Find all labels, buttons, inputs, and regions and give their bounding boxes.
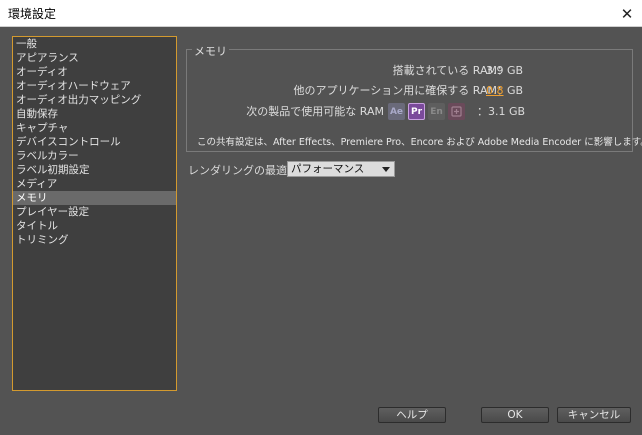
- sidebar-item-label-defaults[interactable]: ラベル初期設定: [13, 163, 176, 177]
- sidebar-item-trim[interactable]: トリミング: [13, 233, 176, 247]
- installed-ram-value: 3.9 GB: [486, 64, 524, 77]
- sidebar-item-titler[interactable]: タイトル: [13, 219, 176, 233]
- close-icon[interactable]: ✕: [612, 0, 642, 27]
- help-button[interactable]: ヘルプ: [378, 407, 446, 423]
- media-encoder-glyph: [451, 106, 462, 117]
- available-ram-label: 次の製品で使用可能な RAM: [246, 105, 384, 118]
- memory-group-title: メモリ: [192, 43, 229, 59]
- window-title: 環境設定: [8, 6, 57, 21]
- available-ram-value: ：3.1 GB: [477, 105, 526, 118]
- sidebar-item-general[interactable]: 一般: [13, 37, 176, 51]
- premiere-pro-icon: Pr: [408, 103, 425, 120]
- shared-settings-note: この共有設定は、After Effects、Premiere Pro、Encor…: [197, 137, 642, 148]
- sidebar-item-memory[interactable]: メモリ: [13, 191, 176, 205]
- title-bar: 環境設定 ✕: [0, 0, 642, 27]
- sidebar-item-appearance[interactable]: アピアランス: [13, 51, 176, 65]
- render-optimization-select[interactable]: パフォーマンス: [287, 161, 395, 177]
- sidebar-item-label-colors[interactable]: ラベルカラー: [13, 149, 176, 163]
- sidebar-item-device-control[interactable]: デバイスコントロール: [13, 135, 176, 149]
- cancel-button[interactable]: キャンセル: [557, 407, 631, 423]
- installed-ram-row: 搭載されている RAM： 3.9 GB: [0, 64, 642, 78]
- reserved-ram-value-wrap: 0.8 GB: [486, 84, 523, 98]
- reserved-ram-row: 他のアプリケーション用に確保する RAM： 0.8 GB: [0, 84, 642, 98]
- render-optimization-value: パフォーマンス: [291, 163, 365, 175]
- chevron-down-icon: [382, 167, 390, 172]
- encore-icon: En: [428, 103, 445, 120]
- available-ram-row: 次の製品で使用可能な RAM ：3.1 GB: [0, 105, 642, 119]
- reserved-ram-value[interactable]: 0.8: [486, 84, 504, 97]
- sidebar-item-player-settings[interactable]: プレイヤー設定: [13, 205, 176, 219]
- reserved-ram-label: 他のアプリケーション用に確保する RAM：: [293, 84, 509, 97]
- sidebar-item-media[interactable]: メディア: [13, 177, 176, 191]
- after-effects-icon: Ae: [388, 103, 405, 120]
- app-icons: Ae Pr En: [388, 103, 465, 120]
- ok-button[interactable]: OK: [481, 407, 549, 423]
- reserved-ram-unit: GB: [507, 84, 524, 97]
- sidebar-item-capture[interactable]: キャプチャ: [13, 121, 176, 135]
- media-encoder-icon: [448, 103, 465, 120]
